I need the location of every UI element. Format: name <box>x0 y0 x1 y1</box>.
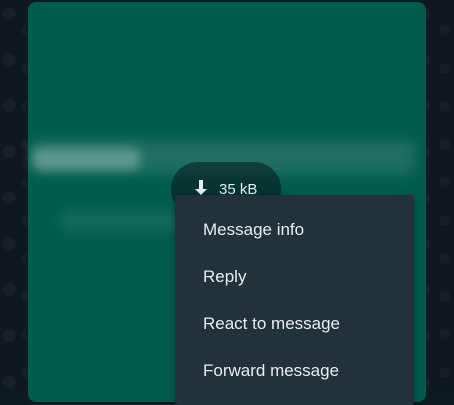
menu-item-reply[interactable]: Reply <box>175 253 414 300</box>
menu-item-react[interactable]: React to message <box>175 300 414 347</box>
message-context-menu: Message info Reply React to message Forw… <box>175 195 414 405</box>
blurred-message-line <box>60 210 180 232</box>
menu-item-forward[interactable]: Forward message <box>175 347 414 394</box>
menu-item-message-info[interactable]: Message info <box>175 206 414 253</box>
